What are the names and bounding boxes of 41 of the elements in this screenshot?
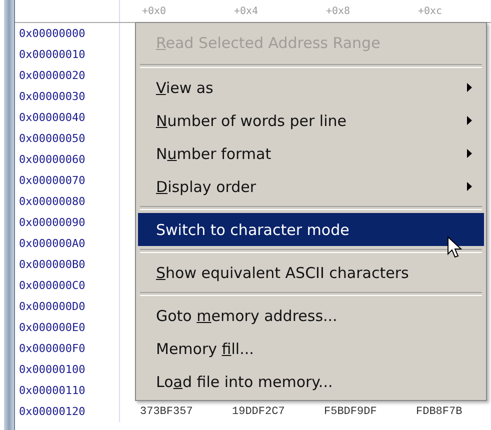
value-cell-text: F5BDF9DF (323, 406, 378, 418)
address-cell: 0x00000040 (15, 107, 120, 128)
menu-item[interactable]: Display order (138, 170, 484, 203)
address-cell: 0x000000B0 (15, 254, 120, 275)
address-cell: 0x000000C0 (15, 275, 120, 296)
address-cell: 0x00000060 (15, 149, 120, 170)
menu-item[interactable]: Number format (138, 137, 484, 170)
menu-item[interactable]: Load file into memory... (138, 365, 484, 398)
address-cell: 0x000000F0 (15, 338, 120, 359)
value-cell-text: 373BF357 (139, 406, 194, 418)
address-cell: 0x000000D0 (15, 296, 120, 317)
address-cell: 0x00000080 (15, 191, 120, 212)
address-cell: 0x00000000 (15, 23, 120, 44)
address-cell: 0x00000100 (15, 359, 120, 380)
address-cell: 0x00000090 (15, 212, 120, 233)
address-cell: 0x000000E0 (15, 317, 120, 338)
submenu-arrow-icon (467, 182, 472, 191)
address-cell: 0x000000A0 (15, 233, 120, 254)
menu-item[interactable]: Number of words per line (138, 104, 484, 137)
address-cell: 0x00000050 (15, 128, 120, 149)
address-cell: 0x00000010 (15, 44, 120, 65)
menu-item[interactable]: Switch to character mode (138, 213, 484, 246)
menu-item[interactable]: Goto memory address... (138, 299, 484, 332)
menu-item[interactable]: Show equivalent ASCII characters (138, 256, 484, 289)
mouse-pointer-icon (447, 236, 463, 260)
menu-item[interactable]: View as (138, 71, 484, 104)
submenu-arrow-icon (467, 116, 472, 125)
submenu-arrow-icon (467, 83, 472, 92)
address-cell: 0x00000110 (15, 380, 120, 401)
menu-item[interactable]: Memory fill... (138, 332, 484, 365)
column-header: +0x0 (141, 6, 168, 16)
address-cell: 0x00000120 (15, 401, 120, 422)
column-header: +0x8 (325, 6, 352, 16)
address-cell: 0x00000070 (15, 170, 120, 191)
submenu-arrow-icon (467, 149, 472, 158)
value-cell-text: FDB8F7B (415, 406, 464, 418)
address-cell: 0x00000020 (15, 65, 120, 86)
address-cell: 0x00000030 (15, 86, 120, 107)
column-header: +0xc (417, 6, 444, 16)
column-header: +0x4 (233, 6, 260, 16)
value-cell-text: 19DDF2C7 (231, 406, 286, 418)
